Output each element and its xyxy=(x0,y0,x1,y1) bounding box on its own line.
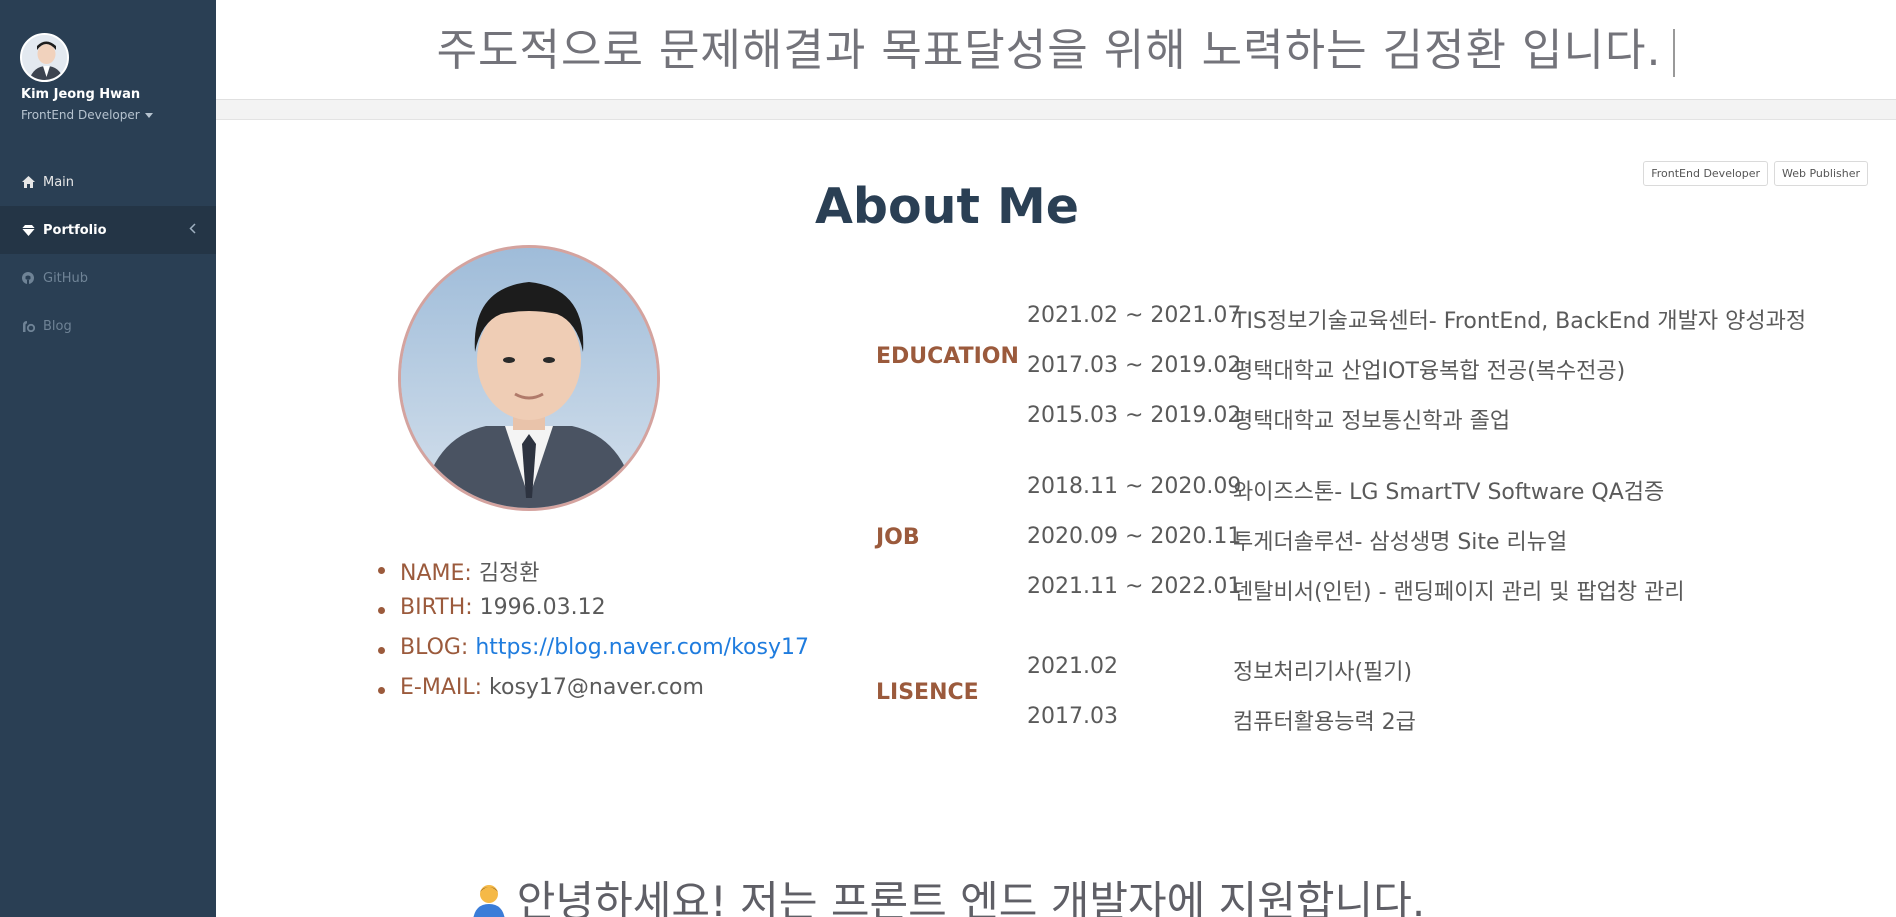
license-text: 컴퓨터활용능력 2급 xyxy=(1233,710,1416,735)
info-key-blog: BLOG: xyxy=(400,635,469,660)
sidebar-item-blog[interactable]: Blog xyxy=(0,302,216,350)
job-date: 2021.11 ~ 2022.01 xyxy=(1027,574,1242,599)
info-key-birth: BIRTH: xyxy=(400,595,473,620)
license-label: LISENCE xyxy=(876,680,979,705)
sidebar: Kim Jeong Hwan FrontEnd Developer Main P… xyxy=(0,0,216,917)
education-label: EDUCATION xyxy=(876,344,1019,369)
profile-role-dropdown[interactable]: FrontEnd Developer xyxy=(21,108,221,122)
typing-cursor xyxy=(1673,29,1676,77)
avatar[interactable] xyxy=(20,33,69,82)
license-date: 2017.03 xyxy=(1027,704,1118,729)
info-birth: BIRTH: 1996.03.12 xyxy=(376,595,856,635)
job-date: 2020.09 ~ 2020.11 xyxy=(1027,524,1242,549)
sidebar-item-portfolio[interactable]: Portfolio xyxy=(0,206,216,254)
job-date: 2018.11 ~ 2020.09 xyxy=(1027,474,1242,499)
info-value-email: kosy17@naver.com xyxy=(489,675,704,700)
job-text: 덴탈비서(인턴) - 랜딩페이지 관리 및 팝업창 관리 xyxy=(1233,580,1685,605)
top-header: 주도적으로 문제해결과 목표달성을 위해 노력하는 김정환 입니다. xyxy=(216,0,1896,120)
tag-web-publisher[interactable]: Web Publisher xyxy=(1774,161,1868,186)
about-section: FrontEnd Developer Web Publisher About M… xyxy=(216,121,1896,917)
about-title: About Me xyxy=(814,178,1080,235)
person-icon xyxy=(469,880,509,917)
chevron-left-icon xyxy=(189,223,196,238)
education-date: 2017.03 ~ 2019.02 xyxy=(1027,353,1242,378)
sidebar-item-label: Blog xyxy=(43,318,72,334)
info-name: NAME: 김정환 xyxy=(376,555,856,595)
job-text: 투게더솔루션- 삼성생명 Site 리뉴얼 xyxy=(1233,530,1568,555)
github-icon xyxy=(21,271,35,285)
greeting-text: 안녕하세요! 저는 프론트 엔드 개발자에 지원합니다. xyxy=(516,877,1426,917)
job-text: 와이즈스톤- LG SmartTV Software QA검증 xyxy=(1233,480,1665,505)
blog-link[interactable]: https://blog.naver.com/kosy17 xyxy=(475,635,809,660)
info-key-email: E-MAIL: xyxy=(400,675,483,700)
sidebar-item-label: Portfolio xyxy=(43,222,107,238)
profile: Kim Jeong Hwan FrontEnd Developer xyxy=(20,33,153,122)
education-text: 평택대학교 정보통신학과 졸업 xyxy=(1233,409,1511,434)
profile-name: Kim Jeong Hwan xyxy=(21,87,141,102)
greeting-headline: 안녕하세요! 저는 프론트 엔드 개발자에 지원합니다. xyxy=(216,868,1678,917)
profile-photo xyxy=(398,245,660,511)
typing-headline: 주도적으로 문제해결과 목표달성을 위해 노력하는 김정환 입니다. xyxy=(216,14,1896,78)
info-value-name: 김정환 xyxy=(478,561,540,586)
typing-headline-text: 주도적으로 문제해결과 목표달성을 위해 노력하는 김정환 입니다. xyxy=(436,25,1662,76)
sidebar-item-label: Main xyxy=(43,174,75,190)
sidebar-item-label: GitHub xyxy=(43,270,89,286)
personal-info-list: NAME: 김정환 BIRTH: 1996.03.12 BLOG: https:… xyxy=(376,555,856,715)
header-divider-band xyxy=(216,100,1896,120)
license-text: 정보처리기사(필기) xyxy=(1233,660,1413,685)
education-date: 2015.03 ~ 2019.02 xyxy=(1027,403,1242,428)
education-date: 2021.02 ~ 2021.07 xyxy=(1027,303,1242,328)
diamond-icon xyxy=(21,223,35,237)
license-date: 2021.02 xyxy=(1027,654,1118,679)
info-blog: BLOG: https://blog.naver.com/kosy17 xyxy=(376,635,856,675)
info-value-birth: 1996.03.12 xyxy=(479,595,606,620)
sidebar-item-github[interactable]: GitHub xyxy=(0,254,216,302)
info-email: E-MAIL: kosy17@naver.com xyxy=(376,675,856,715)
education-text: TIS정보기술교육센터- FrontEnd, BackEnd 개발자 양성과정 xyxy=(1233,309,1807,334)
home-icon xyxy=(21,175,35,189)
education-text: 평택대학교 산업IOT융복합 전공(복수전공) xyxy=(1233,359,1626,384)
blog-icon xyxy=(21,319,35,333)
caret-down-icon xyxy=(144,113,153,118)
job-label: JOB xyxy=(876,525,920,550)
profile-role-label: FrontEnd Developer xyxy=(21,108,140,122)
sidebar-nav: Main Portfolio GitHub Blog xyxy=(0,158,216,350)
sidebar-item-main[interactable]: Main xyxy=(0,158,216,206)
info-key-name: NAME: xyxy=(400,561,472,586)
